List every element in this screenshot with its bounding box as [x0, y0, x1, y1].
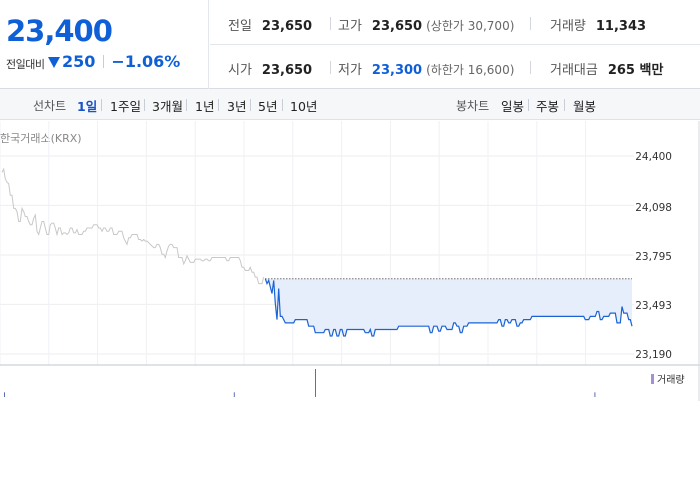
stock-summary: 23,400 전일대비 250 −1.06% 전일 23,650 고가 23,650…	[0, 0, 700, 89]
divider	[528, 99, 529, 111]
price-metrics: 전일 23,650 고가 23,650 (상한가 30,700) 거래량 11,343 …	[210, 0, 700, 89]
divider	[330, 17, 331, 30]
volume-bar	[233, 392, 235, 397]
current-price: 23,400	[6, 14, 113, 48]
tab-5-years[interactable]: 5년	[258, 96, 277, 115]
price-box: 23,400 전일대비 250 −1.06%	[0, 0, 209, 89]
volume-bar	[315, 369, 316, 397]
tab-weekly-candle[interactable]: 주봉	[536, 96, 559, 115]
metric-low: 저가 23,300 (하한가 16,600)	[338, 59, 514, 78]
volume-bars	[4, 369, 596, 397]
metric-open: 시가 23,650	[228, 59, 312, 78]
divider	[218, 99, 219, 111]
divider	[282, 99, 283, 111]
tab-1-day[interactable]: 1일	[77, 96, 97, 115]
tab-1-year[interactable]: 1년	[195, 96, 214, 115]
down-triangle-icon	[48, 56, 60, 68]
divider	[564, 99, 565, 111]
y-tick-label: 24,098	[635, 202, 672, 214]
candle-chart-title: 봉차트	[456, 99, 490, 113]
tab-3-months[interactable]: 3개월	[152, 96, 183, 115]
change-row: 250 −1.06%	[48, 52, 180, 71]
divider	[101, 99, 102, 111]
upper-limit: (상한가 30,700)	[426, 19, 515, 33]
today-price-area	[265, 278, 632, 336]
lower-limit: (하한가 16,600)	[426, 63, 515, 77]
metric-value: 23,650	[371, 19, 423, 34]
y-tick-label: 23,795	[635, 251, 672, 263]
metric-label: 고가	[338, 19, 362, 34]
y-tick-label: 23,190	[635, 349, 672, 361]
metric-value: 23,300	[371, 63, 423, 78]
volume-legend-swatch	[651, 373, 654, 384]
volume-bar	[4, 392, 5, 397]
change-percent: −1.06%	[111, 52, 181, 71]
change-value: 250	[62, 52, 96, 71]
tab-10-years[interactable]: 10년	[290, 96, 317, 115]
change-label: 전일대비	[6, 58, 45, 71]
previous-day-price-line	[1, 167, 265, 285]
metric-label: 거래대금	[550, 63, 598, 78]
metric-label: 전일	[228, 19, 252, 34]
metric-volume: 거래량 11,343	[550, 15, 646, 34]
metric-value: 23,650	[261, 19, 313, 34]
line-chart-title: 선차트	[33, 99, 67, 113]
divider	[330, 61, 331, 74]
divider	[186, 99, 187, 111]
metric-value: 11,343	[595, 19, 647, 34]
divider	[210, 44, 700, 45]
y-tick-label: 23,493	[635, 300, 672, 312]
chart-period-tabs: 선차트 1일 1주일 3개월 1년 3년 5년 10년 봉차트 일봉 주봉 월봉	[0, 89, 700, 120]
metric-value: 23,650	[261, 63, 313, 78]
divider	[530, 17, 531, 30]
divider	[530, 61, 531, 74]
divider	[250, 99, 251, 111]
divider	[144, 99, 145, 111]
metric-prev-close: 전일 23,650	[228, 15, 312, 34]
tab-1-week[interactable]: 1주일	[110, 96, 141, 115]
y-tick-label: 24,400	[635, 151, 672, 163]
volume-bar	[594, 392, 596, 397]
volume-legend-label: 거래량	[657, 375, 685, 386]
metric-label: 시가	[228, 63, 252, 78]
tab-monthly-candle[interactable]: 월봉	[573, 96, 596, 115]
metric-value: 265 백만	[607, 63, 664, 78]
tab-daily-candle[interactable]: 일봉	[501, 96, 524, 115]
intraday-price-chart[interactable]	[0, 121, 700, 401]
volume-legend: 거래량	[651, 371, 685, 386]
tab-3-years[interactable]: 3년	[227, 96, 246, 115]
metric-amount: 거래대금 265 백만	[550, 59, 663, 78]
metric-high: 고가 23,650 (상한가 30,700)	[338, 15, 514, 34]
metric-label: 저가	[338, 63, 362, 78]
metric-label: 거래량	[550, 19, 586, 34]
divider	[103, 55, 105, 68]
